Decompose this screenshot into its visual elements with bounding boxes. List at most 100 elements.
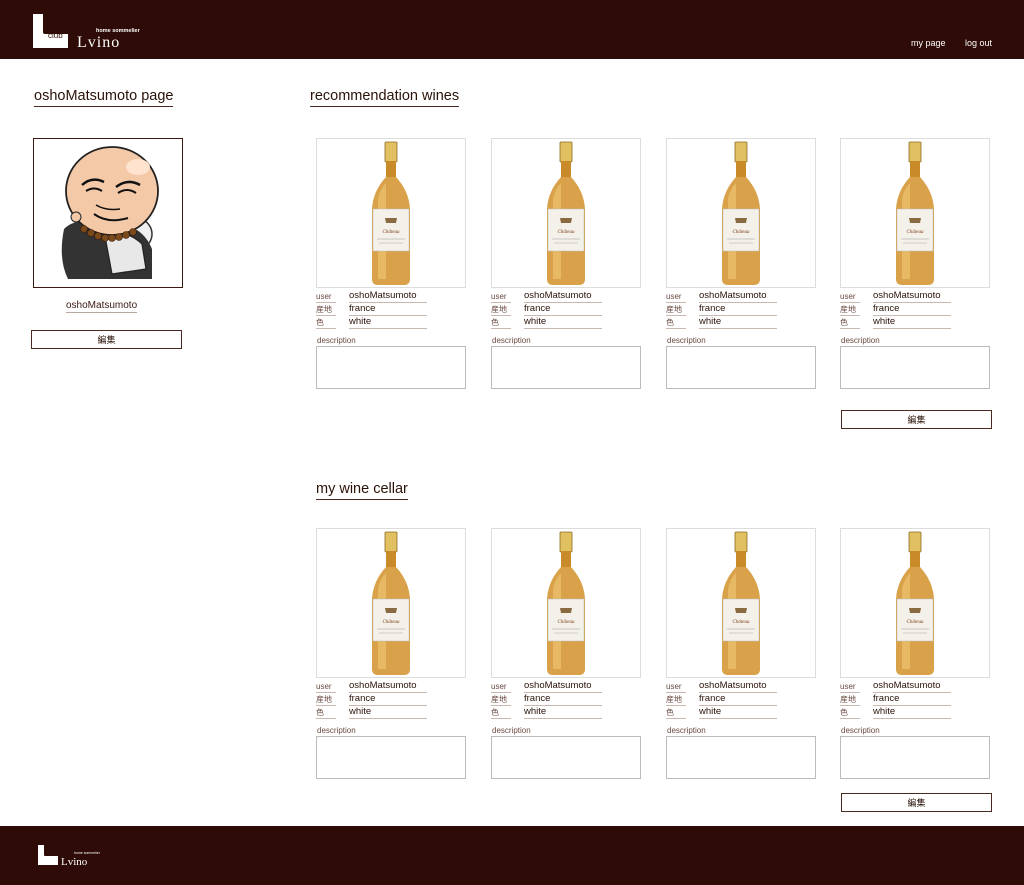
wine-bottle-image: Château: [722, 531, 760, 675]
wine-image[interactable]: Château: [666, 138, 816, 288]
color-value: white: [349, 316, 427, 329]
svg-text:Château: Château: [907, 620, 924, 625]
logo-club-text: club: [48, 31, 63, 40]
wine-card: Château user oshoMatsumoto 産地 france 色 w…: [491, 138, 643, 390]
wine-card: Château user oshoMatsumoto 産地 france 色 w…: [491, 528, 643, 780]
user-value[interactable]: oshoMatsumoto: [699, 290, 777, 303]
origin-value: france: [524, 693, 602, 706]
description-box[interactable]: [491, 346, 641, 389]
wine-bottle-image: Château: [722, 141, 760, 285]
user-value[interactable]: oshoMatsumoto: [349, 680, 427, 693]
user-value[interactable]: oshoMatsumoto: [349, 290, 427, 303]
user-label: user: [666, 681, 686, 693]
description-label: description: [841, 726, 880, 735]
wine-image[interactable]: Château: [491, 528, 641, 678]
cellar-edit-button[interactable]: 編集: [841, 793, 992, 812]
origin-label: 産地: [840, 694, 860, 706]
origin-value: france: [349, 693, 427, 706]
wine-bottle-image: Château: [372, 141, 410, 285]
wine-bottle-image: Château: [547, 141, 585, 285]
svg-text:Château: Château: [733, 230, 750, 235]
user-label: user: [840, 291, 860, 303]
nav-my-page-link[interactable]: my page: [911, 38, 946, 48]
wine-bottle-image: Château: [896, 531, 934, 675]
origin-label: 産地: [666, 304, 686, 316]
color-label: 色: [840, 317, 860, 329]
wine-card: Château user oshoMatsumoto 産地 france 色 w…: [316, 138, 468, 390]
color-label: 色: [491, 707, 511, 719]
wine-image[interactable]: Château: [666, 528, 816, 678]
description-box[interactable]: [316, 736, 466, 779]
user-value[interactable]: oshoMatsumoto: [873, 680, 951, 693]
svg-text:Château: Château: [733, 620, 750, 625]
description-label: description: [667, 726, 706, 735]
svg-text:Château: Château: [383, 230, 400, 235]
description-box[interactable]: [840, 736, 990, 779]
wine-card: Château user oshoMatsumoto 産地 france 色 w…: [666, 138, 818, 390]
origin-value: france: [873, 303, 951, 316]
color-label: 色: [316, 707, 336, 719]
user-label: user: [491, 291, 511, 303]
description-box[interactable]: [491, 736, 641, 779]
nav-log-out-link[interactable]: log out: [965, 38, 992, 48]
description-box[interactable]: [840, 346, 990, 389]
color-label: 色: [316, 317, 336, 329]
profile-name[interactable]: oshoMatsumoto: [66, 300, 138, 313]
color-value: white: [524, 316, 602, 329]
color-value: white: [699, 316, 777, 329]
color-value: white: [524, 706, 602, 719]
svg-text:Château: Château: [907, 230, 924, 235]
origin-label: 産地: [316, 694, 336, 706]
club-lvino-logo[interactable]: club home sommelier Lvino: [30, 12, 150, 50]
origin-value: france: [873, 693, 951, 706]
wine-bottle-image: Château: [372, 531, 410, 675]
origin-value: france: [699, 303, 777, 316]
color-value: white: [699, 706, 777, 719]
logo-name: Lvino: [77, 34, 120, 50]
description-label: description: [317, 336, 356, 345]
wine-image[interactable]: Château: [316, 138, 466, 288]
profile-edit-button[interactable]: 編集: [31, 330, 182, 349]
footer-lvino-logo[interactable]: home sommelier Lvino: [36, 843, 106, 867]
description-box[interactable]: [666, 346, 816, 389]
user-value[interactable]: oshoMatsumoto: [524, 290, 602, 303]
svg-text:Château: Château: [558, 620, 575, 625]
user-label: user: [666, 291, 686, 303]
wine-bottle-image: Château: [547, 531, 585, 675]
description-label: description: [492, 726, 531, 735]
profile-avatar: [33, 138, 183, 288]
color-label: 色: [491, 317, 511, 329]
wine-image[interactable]: Château: [840, 138, 990, 288]
user-label: user: [491, 681, 511, 693]
wine-image[interactable]: Château: [840, 528, 990, 678]
header: club home sommelier Lvino my page log ou…: [0, 0, 1024, 59]
monk-avatar-illustration: [61, 146, 159, 279]
origin-label: 産地: [840, 304, 860, 316]
wine-card: Château user oshoMatsumoto 産地 france 色 w…: [840, 138, 992, 390]
description-label: description: [667, 336, 706, 345]
user-value[interactable]: oshoMatsumoto: [524, 680, 602, 693]
color-value: white: [873, 706, 951, 719]
footer: home sommelier Lvino: [0, 826, 1024, 885]
my-wine-cellar-title: my wine cellar: [316, 481, 408, 500]
wine-image[interactable]: Château: [316, 528, 466, 678]
user-label: user: [840, 681, 860, 693]
footer-logo-name: Lvino: [61, 856, 88, 867]
description-box[interactable]: [316, 346, 466, 389]
wine-card: Château user oshoMatsumoto 産地 france 色 w…: [666, 528, 818, 780]
svg-text:Château: Château: [558, 230, 575, 235]
description-label: description: [317, 726, 356, 735]
description-label: description: [841, 336, 880, 345]
description-box[interactable]: [666, 736, 816, 779]
user-value[interactable]: oshoMatsumoto: [873, 290, 951, 303]
origin-value: france: [349, 303, 427, 316]
user-value[interactable]: oshoMatsumoto: [699, 680, 777, 693]
footer-logo-tagline: home sommelier: [74, 851, 101, 855]
wine-image[interactable]: Château: [491, 138, 641, 288]
color-label: 色: [666, 317, 686, 329]
user-label: user: [316, 291, 336, 303]
origin-value: france: [524, 303, 602, 316]
origin-label: 産地: [491, 694, 511, 706]
color-label: 色: [666, 707, 686, 719]
recommendations-edit-button[interactable]: 編集: [841, 410, 992, 429]
